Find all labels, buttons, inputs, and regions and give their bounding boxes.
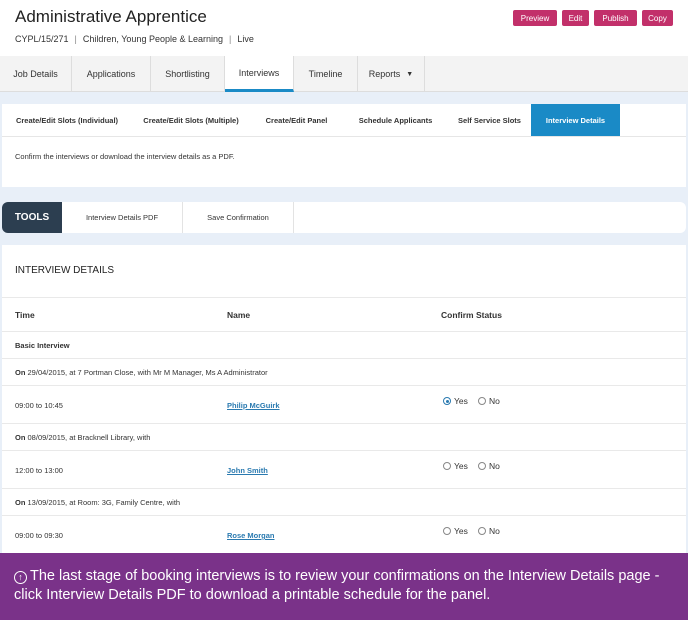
page-header: Administrative Apprentice CYPL/15/271 | Ch… <box>0 0 688 56</box>
confirm-no-radio[interactable]: No <box>477 461 500 471</box>
copy-button[interactable]: Copy <box>642 10 673 26</box>
table-row: 09:00 to 09:30 Rose Morgan Yes No <box>2 515 686 553</box>
session-info-row: On 08/09/2015, at Bracknell Library, wit… <box>2 423 686 450</box>
column-name: Name <box>227 310 251 320</box>
slot-time: 09:00 to 09:30 <box>15 531 63 540</box>
save-confirmation-button[interactable]: Save Confirmation <box>183 202 294 233</box>
tab-reports[interactable]: Reports ▼ <box>358 56 425 92</box>
preview-button[interactable]: Preview <box>513 10 557 26</box>
job-status: Live <box>237 34 254 44</box>
tab-shortlisting[interactable]: Shortlisting <box>151 56 225 92</box>
table-row: 09:00 to 10:45 Philip McGuirk Yes No <box>2 385 686 423</box>
divider <box>2 136 686 137</box>
separator: | <box>74 34 77 44</box>
tip-banner: ↑ The last stage of booking interviews is… <box>0 553 688 620</box>
tab-reports-label: Reports <box>368 69 401 79</box>
caret-down-icon: ▼ <box>406 70 414 78</box>
subtab-create-edit-slots-individual[interactable]: Create/Edit Slots (Individual) <box>2 104 132 136</box>
tools-label: TOOLS <box>2 202 62 233</box>
group-label: Basic Interview <box>15 341 70 350</box>
interview-details-panel: INTERVIEW DETAILS Time Name Confirm Stat… <box>2 245 686 553</box>
radio-icon <box>477 527 486 535</box>
applicant-name-link[interactable]: Philip McGuirk <box>227 401 280 410</box>
column-time: Time <box>15 310 35 320</box>
session-info-row: On 13/09/2015, at Room: 3G, Family Centr… <box>2 488 686 515</box>
radio-icon <box>443 527 451 535</box>
slot-time: 09:00 to 10:45 <box>15 401 63 410</box>
confirm-no-radio[interactable]: No <box>477 526 500 536</box>
session-prefix: On <box>15 433 26 442</box>
yes-label: Yes <box>454 526 468 536</box>
radio-icon <box>477 397 486 405</box>
subtab-create-edit-slots-multiple[interactable]: Create/Edit Slots (Multiple) <box>132 104 250 136</box>
subtab-create-edit-panel[interactable]: Create/Edit Panel <box>250 104 343 136</box>
tab-timeline[interactable]: Timeline <box>294 56 358 92</box>
session-prefix: On <box>15 498 26 507</box>
job-meta: CYPL/15/271 | Children, Young People & Lea… <box>15 34 254 44</box>
session-info: On 29/04/2015, at 7 Portman Close, with … <box>15 368 268 377</box>
tip-text: The last stage of booking interviews is … <box>14 568 660 603</box>
subtab-interview-details[interactable]: Interview Details <box>531 104 620 136</box>
main-tabs: Job Details Applications Shortlisting In… <box>0 56 688 92</box>
session-details: 08/09/2015, at Bracknell Library, with <box>27 433 151 442</box>
no-label: No <box>488 526 500 536</box>
description: Confirm the interviews or download the i… <box>15 152 235 161</box>
group-row: Basic Interview <box>2 331 686 358</box>
tools-bar: TOOLS Interview Details PDF Save Confirm… <box>2 202 686 233</box>
confirm-status: Yes No <box>443 396 508 406</box>
yes-label: Yes <box>454 396 468 406</box>
table-header: Time Name Confirm Status <box>2 297 686 331</box>
arrow-up-circle-icon: ↑ <box>14 571 27 584</box>
job-department: Children, Young People & Learning <box>82 34 224 44</box>
confirm-yes-radio[interactable]: Yes <box>443 461 468 471</box>
confirm-no-radio[interactable]: No <box>477 396 500 406</box>
slot-time: 12:00 to 13:00 <box>15 466 63 475</box>
applicant-name-link[interactable]: John Smith <box>227 466 268 475</box>
no-label: No <box>488 396 500 406</box>
no-label: No <box>488 461 500 471</box>
tab-interviews[interactable]: Interviews <box>225 56 294 92</box>
radio-icon <box>443 397 451 405</box>
tab-job-details[interactable]: Job Details <box>0 56 72 92</box>
interview-details-pdf-button[interactable]: Interview Details PDF <box>62 202 183 233</box>
tab-applications[interactable]: Applications <box>72 56 151 92</box>
table-row: 12:00 to 13:00 John Smith Yes No <box>2 450 686 488</box>
column-confirm-status: Confirm Status <box>441 310 502 320</box>
confirm-yes-radio[interactable]: Yes <box>443 396 468 406</box>
publish-button[interactable]: Publish <box>594 10 637 26</box>
section-title: INTERVIEW DETAILS <box>15 265 115 276</box>
subtab-self-service-slots[interactable]: Self Service Slots <box>448 104 531 136</box>
separator: | <box>229 34 232 44</box>
session-prefix: On <box>15 368 26 377</box>
session-info: On 08/09/2015, at Bracknell Library, wit… <box>15 433 150 442</box>
session-info: On 13/09/2015, at Room: 3G, Family Centr… <box>15 498 180 507</box>
subtab-schedule-applicants[interactable]: Schedule Applicants <box>343 104 448 136</box>
session-details: 13/09/2015, at Room: 3G, Family Centre, … <box>27 498 181 507</box>
session-details: 29/04/2015, at 7 Portman Close, with Mr … <box>27 368 268 377</box>
radio-icon <box>477 462 486 470</box>
confirm-status: Yes No <box>443 461 508 471</box>
interviews-panel: Create/Edit Slots (Individual) Create/Ed… <box>2 104 686 187</box>
confirm-status: Yes No <box>443 526 508 536</box>
applicant-name-link[interactable]: Rose Morgan <box>227 531 275 540</box>
job-reference: CYPL/15/271 <box>15 34 69 44</box>
session-info-row: On 29/04/2015, at 7 Portman Close, with … <box>2 358 686 385</box>
confirm-yes-radio[interactable]: Yes <box>443 526 468 536</box>
yes-label: Yes <box>454 461 468 471</box>
edit-button[interactable]: Edit <box>562 10 589 26</box>
page-title: Administrative Apprentice <box>15 7 207 26</box>
radio-icon <box>443 462 451 470</box>
